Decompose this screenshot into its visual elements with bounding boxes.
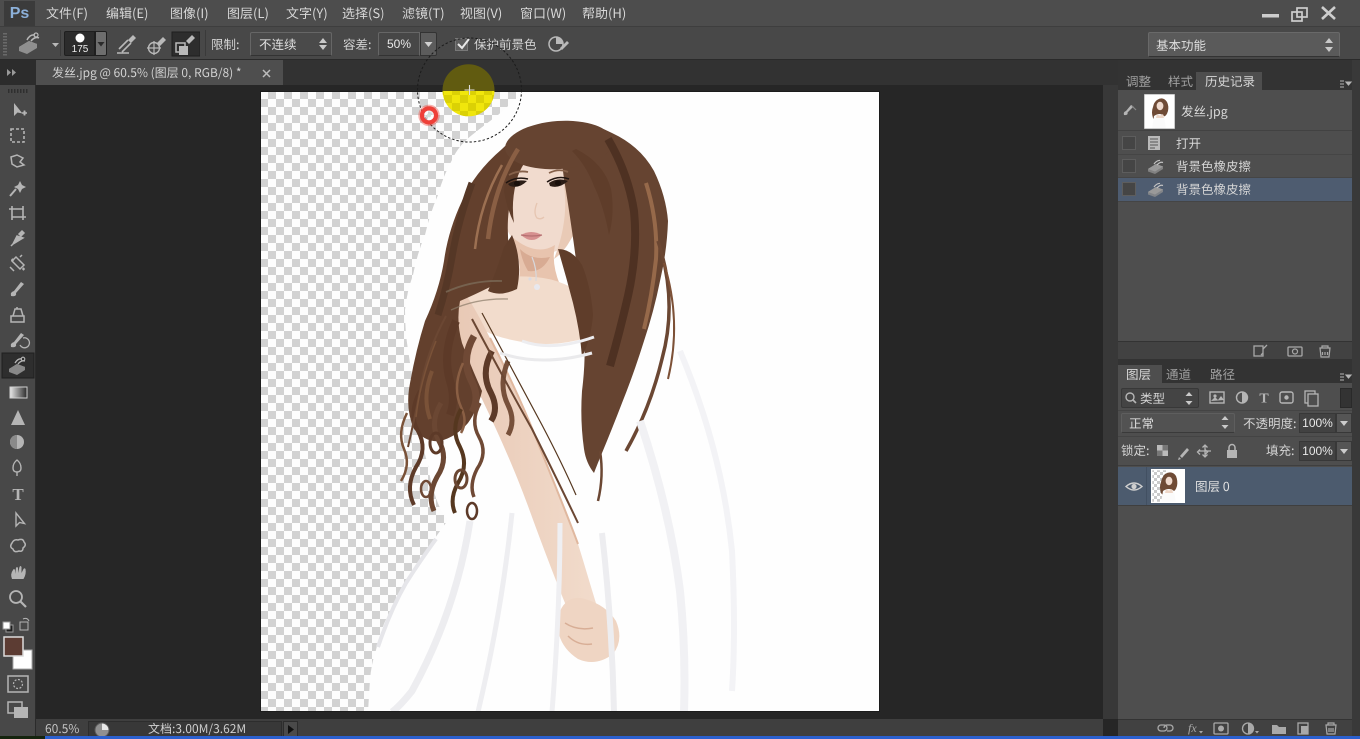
svg-text:175: 175 (72, 44, 89, 55)
svg-text:fx: fx (1188, 721, 1197, 735)
svg-text:T: T (12, 485, 24, 504)
svg-text:T: T (1259, 392, 1269, 407)
